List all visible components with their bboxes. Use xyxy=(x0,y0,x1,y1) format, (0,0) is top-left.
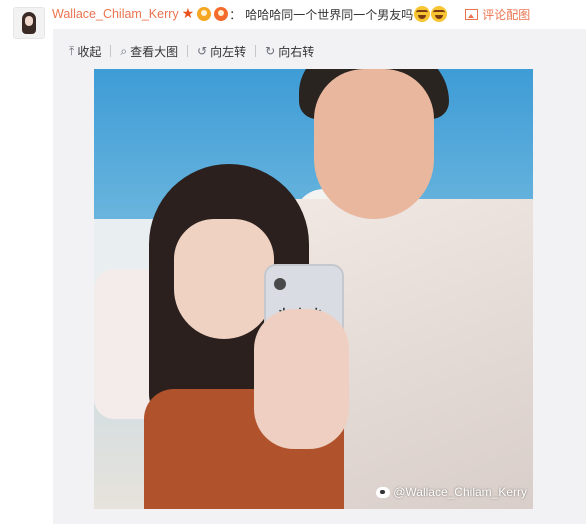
rotate-left-label: 向左转 xyxy=(210,44,247,59)
comment-pic-label: 评论配图 xyxy=(482,7,531,22)
rotate-right-icon: ↻ xyxy=(265,44,276,58)
rotate-right-label: 向右转 xyxy=(278,44,315,59)
colon-separator: ： xyxy=(229,7,242,22)
divider xyxy=(110,45,112,57)
rotate-right-button[interactable]: ↻ 向右转 xyxy=(265,43,314,60)
avatar-face xyxy=(25,16,33,26)
photo-watermark: @Wallace_Chilam_Kerry xyxy=(376,485,527,499)
image-icon xyxy=(465,8,479,20)
search-icon: ⌕ xyxy=(120,44,128,58)
post-header: Wallace_Chilam_Kerry ★ ： 哈哈哈同一个世界同一个男友吗 … xyxy=(52,5,530,23)
collapse-label: 收起 xyxy=(77,44,102,59)
laugh-emoji-icon xyxy=(431,6,448,22)
media-viewer: ⤒ 收起 ⌕ 查看大图 ↺ 向左转 ↻ 向右转 @Wal xyxy=(53,29,586,524)
fan-badge-icon[interactable] xyxy=(214,7,229,21)
view-large-button[interactable]: ⌕ 查看大图 xyxy=(120,43,178,60)
post-text: 哈哈哈同一个世界同一个男友吗 xyxy=(245,7,414,22)
rotate-left-icon: ↺ xyxy=(197,44,208,58)
star-icon[interactable]: ★ xyxy=(182,7,195,21)
divider xyxy=(255,45,257,57)
watermark-text: @Wallace_Chilam_Kerry xyxy=(393,485,527,499)
collapse-button[interactable]: ⤒ 收起 xyxy=(69,43,101,60)
divider xyxy=(187,45,189,57)
comment-pic-link[interactable]: 评论配图 xyxy=(465,6,530,23)
view-large-label: 查看大图 xyxy=(130,44,179,59)
photo-man-head xyxy=(314,69,434,219)
collapse-icon: ⤒ xyxy=(69,44,75,58)
laugh-emoji-icon xyxy=(414,6,431,22)
photo-hand xyxy=(254,309,349,449)
member-badge-icon[interactable] xyxy=(197,7,212,21)
user-avatar[interactable] xyxy=(13,7,45,39)
rotate-left-button[interactable]: ↺ 向左转 xyxy=(197,43,246,60)
photo-girl-face xyxy=(174,219,274,339)
post-photo[interactable]: @Wallace_Chilam_Kerry xyxy=(94,69,533,509)
media-toolbar: ⤒ 收起 ⌕ 查看大图 ↺ 向左转 ↻ 向右转 xyxy=(69,43,314,59)
username-link[interactable]: Wallace_Chilam_Kerry xyxy=(52,7,179,21)
weibo-logo-icon xyxy=(376,486,391,498)
